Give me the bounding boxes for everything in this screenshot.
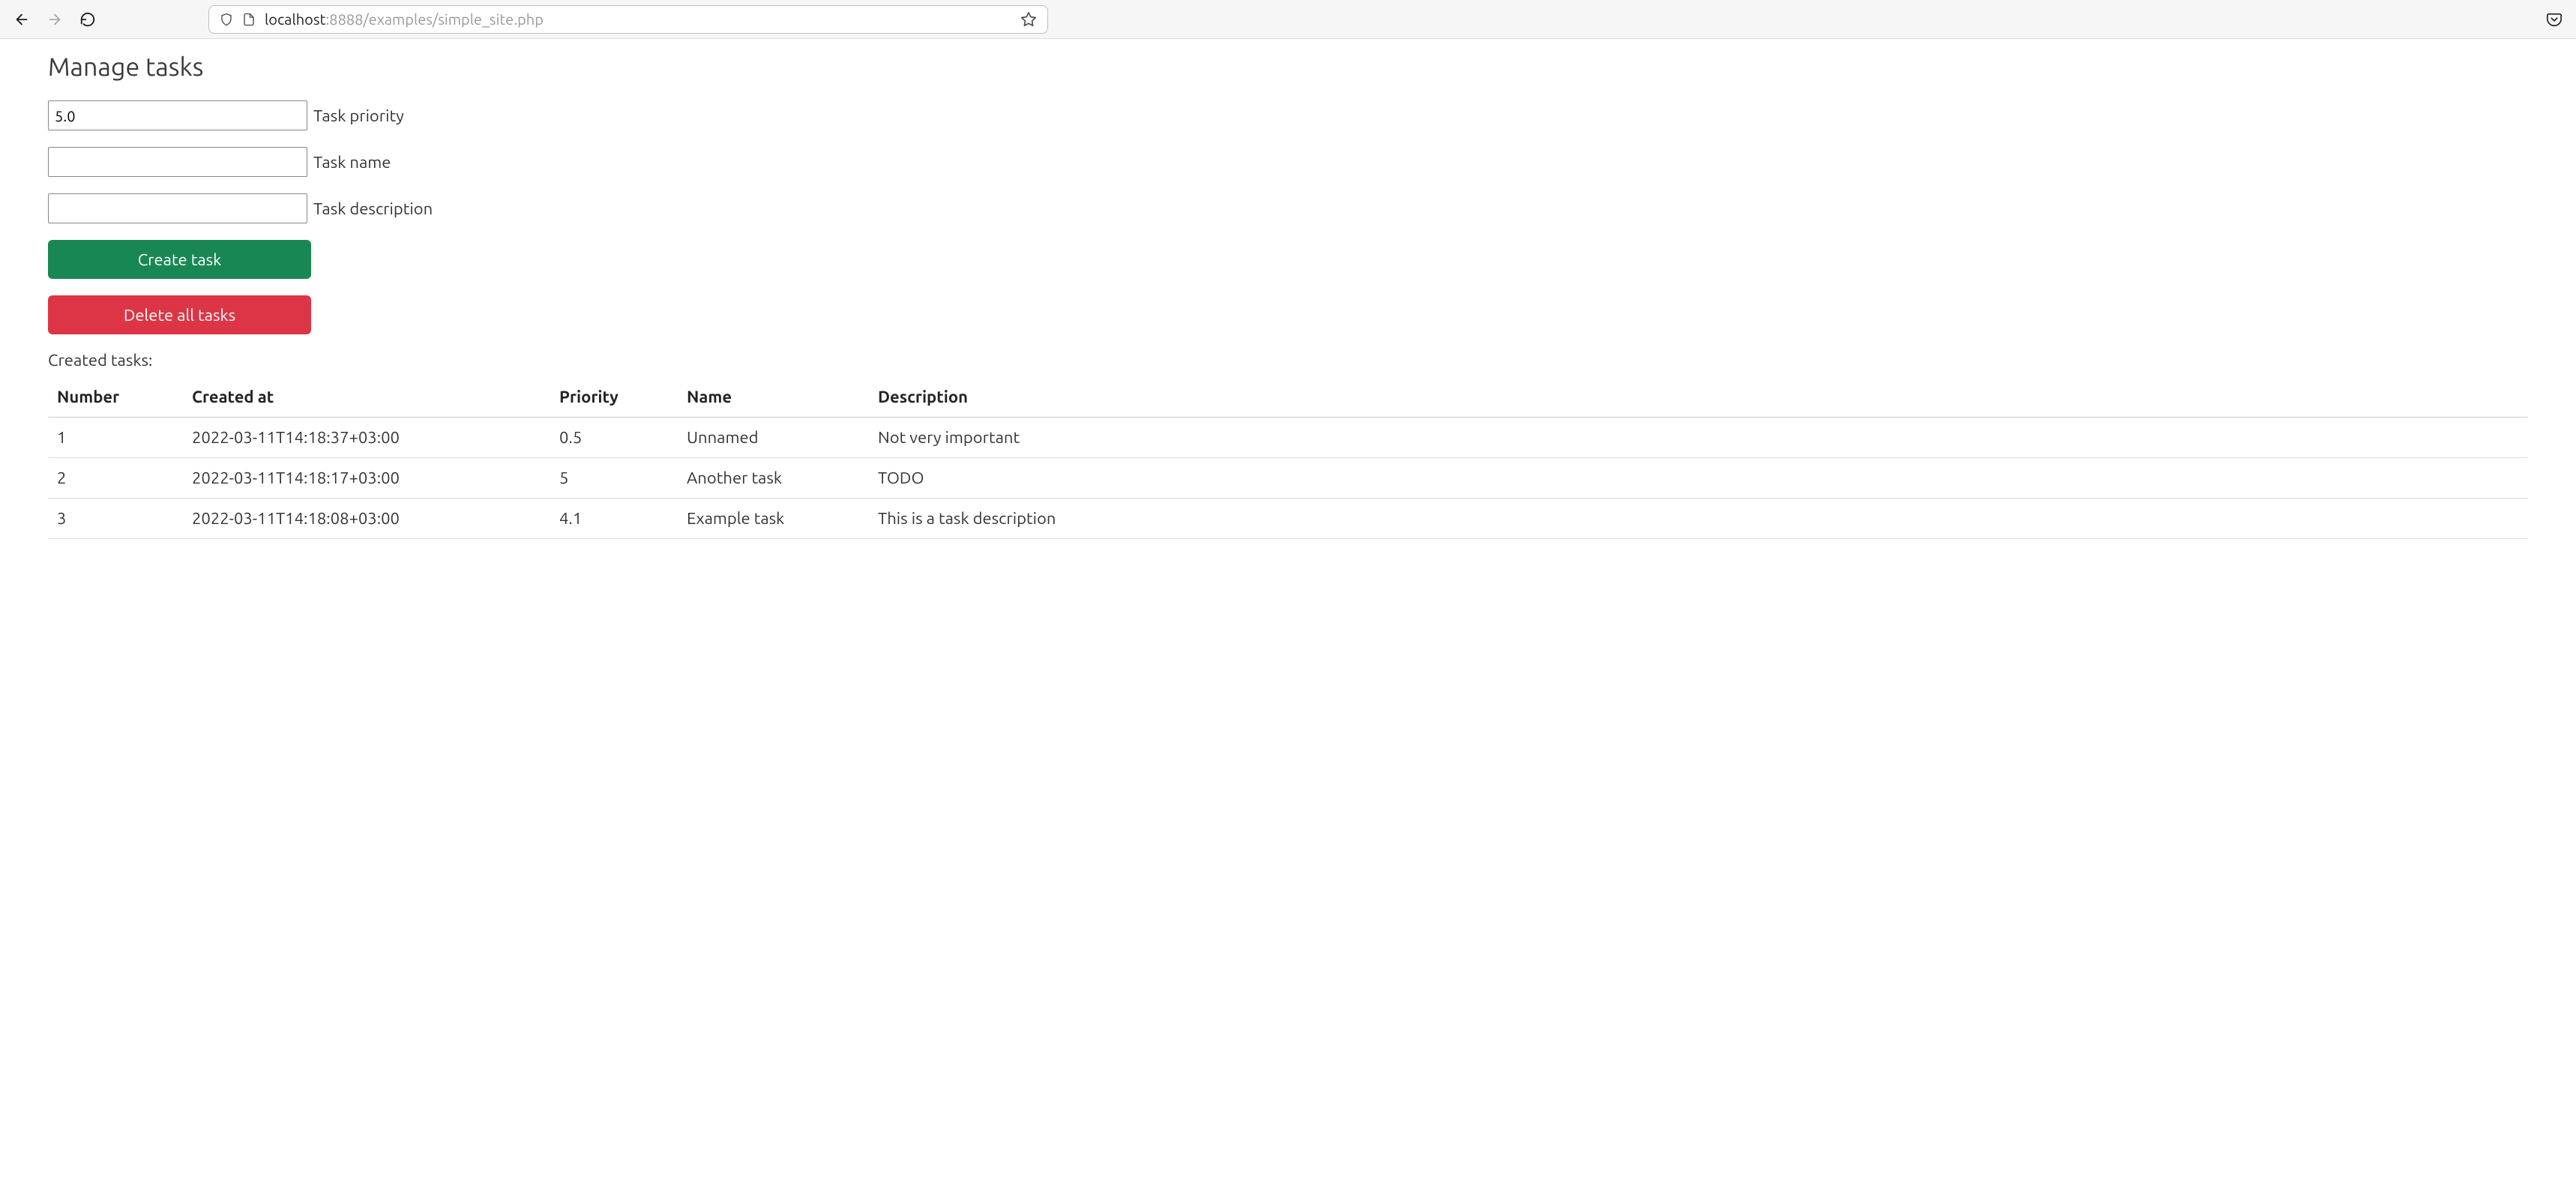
cell-number: 3: [48, 499, 183, 539]
url-text[interactable]: localhost:8888/examples/simple_site.php: [265, 10, 1011, 28]
browser-chrome: localhost:8888/examples/simple_site.php: [0, 0, 2576, 39]
task-priority-input[interactable]: [48, 100, 307, 130]
task-description-input[interactable]: [48, 193, 307, 223]
col-header-number: Number: [48, 380, 183, 418]
col-header-description: Description: [869, 380, 2528, 418]
table-header-row: Number Created at Priority Name Descript…: [48, 380, 2528, 418]
bookmark-star-icon[interactable]: [1020, 11, 1037, 28]
cell-name: Another task: [678, 458, 869, 499]
task-description-label: Task description: [313, 199, 433, 218]
cell-priority: 0.5: [550, 418, 678, 458]
cell-priority: 4.1: [550, 499, 678, 539]
back-icon[interactable]: [12, 10, 31, 29]
description-row: Task description: [48, 193, 2528, 223]
page-icon: [242, 13, 256, 26]
cell-description: Not very important: [869, 418, 2528, 458]
tasks-table: Number Created at Priority Name Descript…: [48, 380, 2528, 539]
page-title: Manage tasks: [48, 52, 2528, 81]
col-header-priority: Priority: [550, 380, 678, 418]
reload-icon[interactable]: [78, 10, 97, 29]
cell-name: Unnamed: [678, 418, 869, 458]
cell-description: This is a task description: [869, 499, 2528, 539]
cell-description: TODO: [869, 458, 2528, 499]
table-row: 1 2022-03-11T14:18:37+03:00 0.5 Unnamed …: [48, 418, 2528, 458]
create-task-button[interactable]: Create task: [48, 240, 311, 279]
pocket-icon[interactable]: [2545, 10, 2564, 29]
table-row: 2 2022-03-11T14:18:17+03:00 5 Another ta…: [48, 458, 2528, 499]
priority-row: Task priority: [48, 100, 2528, 130]
cell-created-at: 2022-03-11T14:18:17+03:00: [183, 458, 550, 499]
task-name-label: Task name: [313, 153, 391, 172]
address-bar[interactable]: localhost:8888/examples/simple_site.php: [208, 5, 1048, 34]
cell-number: 2: [48, 458, 183, 499]
cell-name: Example task: [678, 499, 869, 539]
cell-number: 1: [48, 418, 183, 458]
task-priority-label: Task priority: [313, 106, 404, 125]
nav-buttons: [12, 10, 97, 29]
cell-priority: 5: [550, 458, 678, 499]
delete-all-tasks-button[interactable]: Delete all tasks: [48, 295, 311, 334]
chrome-right: [2545, 10, 2564, 29]
forward-icon: [45, 10, 64, 29]
shield-icon[interactable]: [220, 13, 233, 26]
task-name-input[interactable]: [48, 147, 307, 177]
name-row: Task name: [48, 147, 2528, 177]
table-row: 3 2022-03-11T14:18:08+03:00 4.1 Example …: [48, 499, 2528, 539]
url-host: localhost: [265, 10, 325, 28]
col-header-created-at: Created at: [183, 380, 550, 418]
page-content: Manage tasks Task priority Task name Tas…: [0, 52, 2576, 539]
cell-created-at: 2022-03-11T14:18:37+03:00: [183, 418, 550, 458]
url-path: :8888/examples/simple_site.php: [325, 10, 544, 28]
created-tasks-heading: Created tasks:: [48, 351, 2528, 370]
col-header-name: Name: [678, 380, 869, 418]
cell-created-at: 2022-03-11T14:18:08+03:00: [183, 499, 550, 539]
